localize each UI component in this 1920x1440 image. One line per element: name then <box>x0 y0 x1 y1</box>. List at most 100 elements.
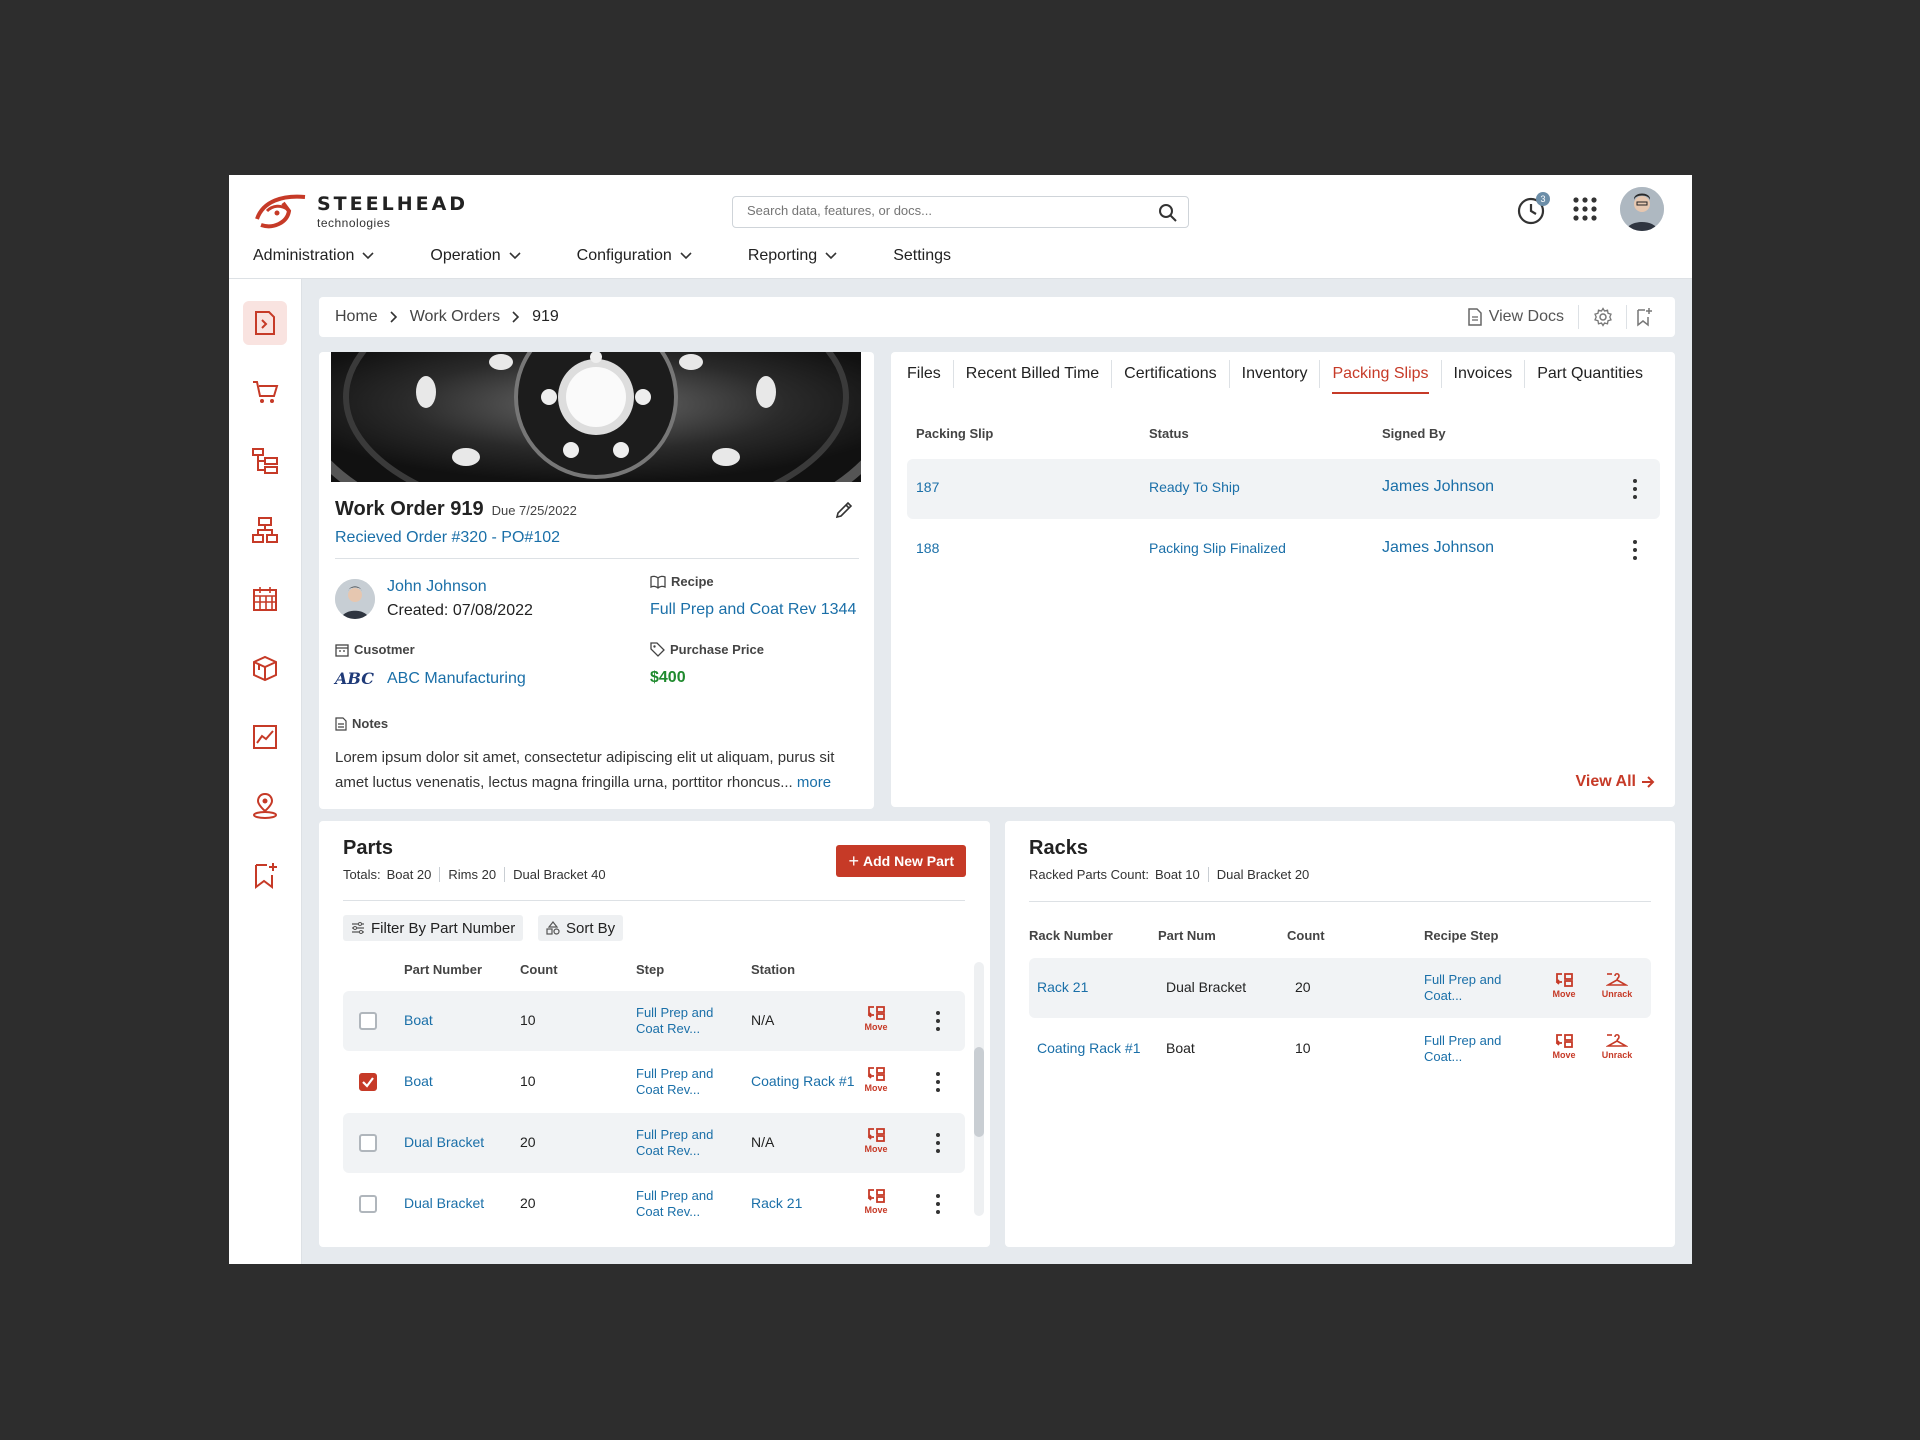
move-button[interactable]: Move <box>856 1127 896 1154</box>
view-docs-button[interactable]: View Docs <box>1467 305 1579 329</box>
recipe-step-link[interactable]: Full Prep and Coat... <box>1424 972 1501 1004</box>
part-number-link[interactable]: Boat <box>404 1073 433 1089</box>
table-row[interactable]: 188 Packing Slip Finalized James Johnson <box>907 520 1660 580</box>
sidebar-item-bookmarks[interactable] <box>243 853 287 897</box>
part-step-link[interactable]: Full Prep and Coat Rev... <box>636 1066 713 1098</box>
more-vertical-icon[interactable] <box>928 1192 948 1216</box>
customer-link[interactable]: ABC Manufacturing <box>387 670 526 688</box>
table-row[interactable]: Dual Bracket 20 Full Prep and Coat Rev...… <box>343 1113 965 1173</box>
sort-by-button[interactable]: Sort By <box>538 915 624 941</box>
recipe-link[interactable]: Full Prep and Coat Rev 1344 <box>650 601 856 619</box>
table-row[interactable]: Rack 21 Dual Bracket 20 Full Prep and Coa… <box>1029 958 1651 1018</box>
part-number-link[interactable]: Dual Bracket <box>404 1195 484 1211</box>
part-number-link[interactable]: Dual Bracket <box>404 1134 484 1150</box>
move-button[interactable]: Move <box>856 1066 896 1093</box>
unrack-button[interactable]: Unrack <box>1597 972 1637 999</box>
breadcrumb-work-orders[interactable]: Work Orders <box>410 308 500 326</box>
owner-name-link[interactable]: John Johnson <box>387 578 533 596</box>
part-step-link[interactable]: Full Prep and Coat Rev... <box>636 1005 713 1037</box>
filter-by-part-button[interactable]: Filter By Part Number <box>343 915 524 941</box>
add-new-part-button[interactable]: + Add New Part <box>836 845 966 877</box>
part-step-link[interactable]: Full Prep and Coat Rev... <box>636 1127 713 1159</box>
tab-packing-slips[interactable]: Packing Slips <box>1319 360 1440 394</box>
tab-recent-billed-time[interactable]: Recent Billed Time <box>952 360 1111 388</box>
move-button[interactable]: Move <box>1544 972 1584 999</box>
scrollbar-thumb[interactable] <box>974 1047 984 1137</box>
received-order-link[interactable]: Recieved Order #320 - PO#102 <box>335 529 560 547</box>
tab-invoices[interactable]: Invoices <box>1440 360 1525 388</box>
table-row[interactable]: Boat 10 Full Prep and Coat Rev... N/A Mov… <box>343 991 965 1051</box>
table-row[interactable]: Boat 10 Full Prep and Coat Rev... Coating… <box>343 1052 965 1112</box>
table-row[interactable]: Coating Rack #1 Boat 10 Full Prep and Coa… <box>1029 1019 1651 1079</box>
more-vertical-icon[interactable] <box>928 1009 948 1033</box>
total-item: Dual Bracket 40 <box>504 867 614 882</box>
history-button[interactable]: 3 <box>1516 192 1550 226</box>
totals-label: Totals: <box>343 867 381 882</box>
nav-configuration[interactable]: Configuration <box>577 247 692 265</box>
part-station-link[interactable]: Rack 21 <box>751 1195 802 1211</box>
part-step-link[interactable]: Full Prep and Coat Rev... <box>636 1188 713 1220</box>
row-checkbox[interactable] <box>359 1134 377 1152</box>
nav-settings[interactable]: Settings <box>893 247 951 265</box>
view-all-link[interactable]: View All <box>1576 773 1655 791</box>
more-vertical-icon[interactable] <box>1625 477 1645 501</box>
edit-pencil-icon[interactable] <box>834 500 854 520</box>
owner-avatar[interactable] <box>335 579 375 619</box>
user-avatar[interactable] <box>1620 187 1664 231</box>
nav-administration[interactable]: Administration <box>253 247 374 265</box>
rack-number-link[interactable]: Rack 21 <box>1037 979 1088 995</box>
more-vertical-icon[interactable] <box>1625 538 1645 562</box>
unrack-button[interactable]: Unrack <box>1597 1033 1637 1060</box>
row-checkbox[interactable] <box>359 1012 377 1030</box>
breadcrumb-home[interactable]: Home <box>335 308 378 326</box>
move-button[interactable]: Move <box>856 1005 896 1032</box>
more-vertical-icon[interactable] <box>928 1131 948 1155</box>
nav-reporting[interactable]: Reporting <box>748 247 837 265</box>
tab-certifications[interactable]: Certifications <box>1111 360 1228 388</box>
brand-logo[interactable]: STEELHEAD technologies <box>253 189 468 233</box>
settings-button[interactable] <box>1579 305 1627 329</box>
packing-slip-link[interactable]: 188 <box>916 540 939 556</box>
more-vertical-icon[interactable] <box>928 1070 948 1094</box>
bookmark-button[interactable] <box>1627 305 1661 329</box>
recipe-step-link[interactable]: Full Prep and Coat... <box>1424 1033 1501 1065</box>
packing-slip-link[interactable]: 187 <box>916 479 939 495</box>
move-button[interactable]: Move <box>1544 1033 1584 1060</box>
tab-part-quantities[interactable]: Part Quantities <box>1524 360 1655 388</box>
view-docs-label: View Docs <box>1488 308 1564 325</box>
nav-operation[interactable]: Operation <box>430 247 521 265</box>
sidebar-item-work-orders[interactable] <box>243 301 287 345</box>
bookmark-add-icon <box>1637 308 1652 327</box>
signed-by-link[interactable]: James Johnson <box>1382 478 1494 496</box>
part-number-link[interactable]: Boat <box>404 1012 433 1028</box>
part-station: N/A <box>751 1134 775 1150</box>
table-row[interactable]: 187 Ready To Ship James Johnson <box>907 459 1660 519</box>
sidebar-item-locations[interactable] <box>243 784 287 828</box>
sidebar-item-flow[interactable] <box>243 508 287 552</box>
signed-by-link[interactable]: James Johnson <box>1382 539 1494 557</box>
search-icon[interactable] <box>1158 203 1178 223</box>
col-header-recipe-step: Recipe Step <box>1424 928 1499 943</box>
search-box[interactable] <box>732 196 1189 228</box>
notes-more-link[interactable]: more <box>797 774 831 791</box>
sidebar-item-orders[interactable] <box>243 370 287 414</box>
part-image <box>331 352 861 482</box>
tab-files[interactable]: Files <box>907 360 953 388</box>
row-checkbox[interactable] <box>359 1195 377 1213</box>
sidebar-item-hierarchy[interactable] <box>243 439 287 483</box>
row-checkbox-checked[interactable] <box>359 1073 377 1091</box>
step-line: Full Prep and <box>636 1188 714 1203</box>
breadcrumb-bar: Home Work Orders 919 View Docs <box>319 297 1675 337</box>
sidebar-item-inventory[interactable] <box>243 646 287 690</box>
flow-icon <box>252 517 278 543</box>
tab-inventory[interactable]: Inventory <box>1228 360 1320 388</box>
parts-scrollbar[interactable] <box>974 962 984 1216</box>
search-input[interactable] <box>747 203 1147 218</box>
sidebar-item-reports[interactable] <box>243 715 287 759</box>
rack-number-link[interactable]: Coating Rack #1 <box>1037 1040 1141 1056</box>
apps-grid-icon[interactable] <box>1572 196 1598 222</box>
part-station-link[interactable]: Coating Rack #1 <box>751 1073 855 1089</box>
table-row[interactable]: Dual Bracket 20 Full Prep and Coat Rev...… <box>343 1174 965 1234</box>
sidebar-item-calendar[interactable] <box>243 577 287 621</box>
move-button[interactable]: Move <box>856 1188 896 1215</box>
